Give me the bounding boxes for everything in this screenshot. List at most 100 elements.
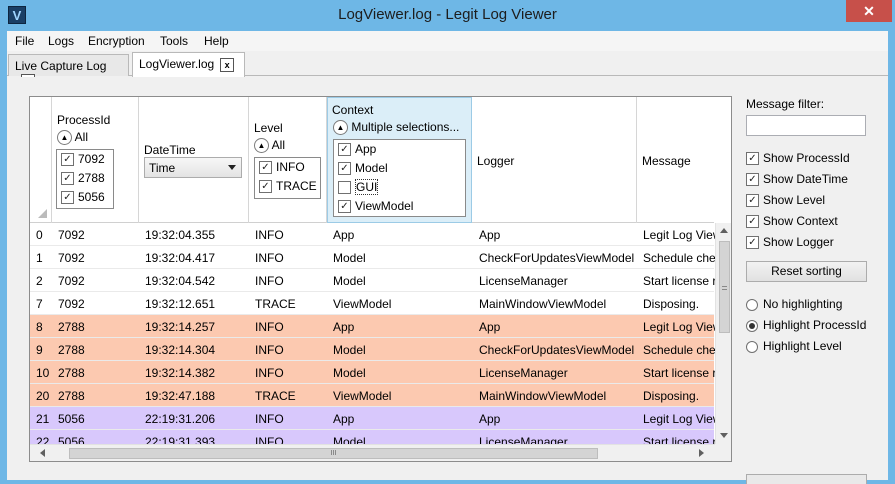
menu-file[interactable]: File: [15, 34, 34, 48]
checkbox[interactable]: [259, 161, 272, 175]
collapse-up-icon[interactable]: ▲: [333, 120, 348, 136]
checkbox[interactable]: [746, 194, 759, 208]
filter-option[interactable]: 2788: [61, 171, 105, 190]
cell-context: App: [333, 228, 355, 242]
checkbox[interactable]: [338, 200, 351, 214]
bottom-panel-button[interactable]: [746, 474, 867, 484]
horizontal-scroll-thumb[interactable]: III: [69, 448, 598, 459]
close-window-button[interactable]: ✕: [846, 0, 892, 22]
log-row[interactable]: 20 2788 19:32:47.188 TRACE ViewModel MainWind…: [30, 384, 714, 407]
processid-column-header[interactable]: ProcessId ▲ All 7092 2788 5056: [52, 97, 139, 223]
client-area: File Logs Encryption Tools Help Live Cap…: [7, 31, 888, 484]
level-column-header[interactable]: Level ▲ All INFO TRACE: [249, 97, 327, 223]
tab-label: Live Capture Log: [15, 59, 107, 73]
collapse-up-icon[interactable]: ▲: [57, 130, 72, 146]
cell-context: Model: [333, 251, 366, 265]
collapse-up-icon[interactable]: ▲: [254, 138, 269, 154]
datetime-format-combo[interactable]: Time: [144, 157, 242, 178]
cell-level: INFO: [255, 228, 284, 242]
horizontal-scrollbar[interactable]: III: [30, 444, 715, 461]
scroll-left-arrow-icon[interactable]: [40, 449, 45, 457]
datetime-column-header[interactable]: DateTime Time: [139, 97, 249, 223]
checkbox[interactable]: [338, 143, 351, 157]
radio-button[interactable]: [746, 340, 758, 353]
log-row[interactable]: 9 2788 19:32:14.304 INFO Model CheckForUpdate…: [30, 338, 715, 361]
select-all-corner-icon[interactable]: [38, 209, 47, 218]
filter-option[interactable]: TRACE: [259, 179, 317, 198]
menu-help[interactable]: Help: [204, 34, 229, 48]
menu-bar: File Logs Encryption Tools Help: [7, 31, 888, 51]
reset-sorting-button[interactable]: Reset sorting: [746, 261, 867, 282]
log-row[interactable]: 10 2788 19:32:14.382 INFO Model LicenseManage…: [30, 361, 715, 384]
log-row[interactable]: 21 5056 22:19:31.206 INFO App App Legit Log Vi…: [30, 407, 715, 430]
checkbox-label: Show Level: [763, 193, 826, 207]
radio-button[interactable]: [746, 298, 758, 311]
message-filter-input[interactable]: [746, 115, 866, 136]
cell-time: 19:32:04.417: [145, 251, 216, 265]
log-row[interactable]: 1 7092 19:32:04.417 INFO Model CheckForUpdate…: [30, 246, 715, 269]
show-level-checkbox[interactable]: Show Level: [746, 193, 825, 212]
filter-option[interactable]: Model: [338, 161, 388, 180]
checkbox[interactable]: [338, 162, 351, 176]
vertical-scroll-thumb[interactable]: [719, 241, 730, 333]
checkbox[interactable]: [61, 191, 74, 205]
checkbox[interactable]: [61, 153, 74, 167]
cell-logger: MainWindowViewModel: [479, 389, 607, 403]
checkbox[interactable]: [259, 180, 272, 194]
tab-label: LogViewer.log: [139, 57, 215, 71]
radio-button[interactable]: [746, 319, 758, 332]
combo-value: Time: [149, 161, 176, 175]
option-label: TRACE: [276, 179, 317, 193]
checkbox[interactable]: [746, 152, 759, 166]
context-filter-list: App Model GUI ViewModel: [333, 139, 466, 217]
title-bar[interactable]: V LogViewer.log - Legit Log Viewer ✕: [0, 0, 895, 31]
vertical-scrollbar[interactable]: [715, 223, 731, 444]
filter-toggle[interactable]: ▲ Multiple selections...: [333, 120, 459, 136]
message-column-header[interactable]: Message: [637, 97, 715, 223]
tab-live-capture-log[interactable]: Live Capture Logx: [8, 54, 129, 88]
cell-message: Start license r: [643, 366, 715, 380]
filter-option[interactable]: App: [338, 142, 376, 161]
highlight-level-radio[interactable]: Highlight Level: [746, 339, 842, 358]
tab-logviewer-log[interactable]: LogViewer.log x: [132, 52, 245, 77]
cell-pid: 7092: [58, 228, 85, 242]
scroll-down-arrow-icon[interactable]: [720, 433, 728, 438]
checkbox[interactable]: [746, 215, 759, 229]
logger-column-header[interactable]: Logger: [472, 97, 637, 223]
filter-option[interactable]: 7092: [61, 152, 105, 171]
filter-toggle[interactable]: ▲ All: [57, 130, 88, 146]
filter-option[interactable]: INFO: [259, 160, 305, 179]
filter-option[interactable]: GUI: [338, 179, 379, 199]
log-row[interactable]: 8 2788 19:32:14.257 INFO App App Legit Log Vie…: [30, 315, 715, 338]
column-title: Message: [642, 154, 691, 168]
scroll-up-arrow-icon[interactable]: [720, 228, 728, 233]
show-context-checkbox[interactable]: Show Context: [746, 214, 838, 233]
close-tab-icon[interactable]: x: [220, 57, 235, 72]
scroll-right-arrow-icon[interactable]: [699, 449, 704, 457]
highlight-processid-radio[interactable]: Highlight ProcessId: [746, 318, 866, 337]
context-column-header[interactable]: Context ▲ Multiple selections... App Mod…: [327, 97, 472, 223]
show-processid-checkbox[interactable]: Show ProcessId: [746, 151, 850, 170]
no-highlighting-radio[interactable]: No highlighting: [746, 297, 842, 316]
menu-tools[interactable]: Tools: [160, 34, 188, 48]
checkbox[interactable]: [746, 173, 759, 187]
checkbox[interactable]: [61, 172, 74, 186]
log-row[interactable]: 7 7092 19:32:12.651 TRACE ViewModel MainWindo…: [30, 292, 714, 315]
show-logger-checkbox[interactable]: Show Logger: [746, 235, 834, 254]
filter-toggle[interactable]: ▲ All: [254, 138, 285, 154]
checkbox[interactable]: [338, 181, 351, 195]
tab-content: ProcessId ▲ All 7092 2788 5056 Da: [7, 77, 888, 484]
index-column-header[interactable]: [30, 97, 52, 223]
checkbox[interactable]: [746, 236, 759, 250]
option-label: App: [355, 142, 377, 156]
menu-encryption[interactable]: Encryption: [88, 34, 145, 48]
log-row[interactable]: 0 7092 19:32:04.355 INFO App App Legit Log Vie…: [30, 223, 715, 246]
menu-logs[interactable]: Logs: [48, 34, 74, 48]
log-row[interactable]: 2 7092 19:32:04.542 INFO Model LicenseManager…: [30, 269, 715, 292]
scrollbar-corner: [715, 444, 731, 461]
column-title: DateTime: [144, 143, 196, 157]
filter-option[interactable]: ViewModel: [338, 199, 413, 218]
filter-option[interactable]: 5056: [61, 190, 105, 209]
checkbox-label: Show Context: [763, 214, 838, 228]
show-datetime-checkbox[interactable]: Show DateTime: [746, 172, 848, 191]
